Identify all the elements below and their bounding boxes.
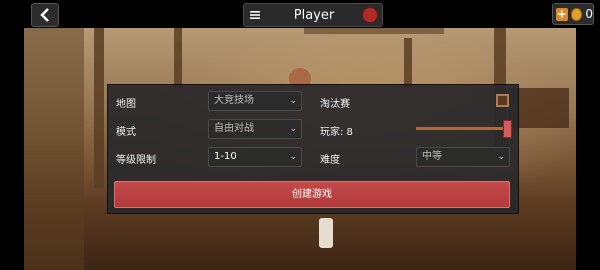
chevron-down-icon: ⌄	[289, 152, 297, 162]
player-status-icon	[362, 7, 378, 23]
map-select-value: 大竞技场	[214, 95, 254, 106]
chevron-down-icon: ⌄	[497, 152, 505, 162]
player-name: Player	[293, 7, 335, 23]
create-game-button[interactable]: 创建游戏	[114, 181, 510, 208]
players-slider-thumb[interactable]	[503, 120, 512, 138]
wooden-beam	[404, 38, 412, 88]
difficulty-select-value: 中等	[422, 151, 442, 162]
level-limit-select[interactable]: 1-10 ⌄	[208, 147, 302, 167]
elimination-label: 淘汰赛	[320, 99, 350, 110]
add-currency-icon[interactable]: +	[556, 7, 568, 21]
player-profile-bar[interactable]: Player	[243, 3, 383, 27]
currency-box[interactable]: + 0	[552, 3, 594, 25]
chevron-left-icon	[40, 8, 49, 22]
wall-shadow	[24, 28, 84, 270]
level-limit-label: 等级限制	[116, 155, 156, 166]
ceiling-beam	[304, 28, 444, 34]
chevron-down-icon: ⌄	[289, 96, 297, 106]
players-label: 玩家: 8	[320, 127, 353, 138]
players-slider-track[interactable]	[416, 127, 508, 130]
back-button[interactable]	[31, 3, 59, 27]
create-game-panel: 地图 大竞技场 ⌄ 模式 自由对战 ⌄ 等级限制 1-10 ⌄ 淘汰赛 玩家: …	[107, 84, 519, 214]
level-limit-value: 1-10	[214, 151, 237, 162]
hamburger-icon[interactable]	[244, 10, 266, 20]
coin-count: 0	[585, 7, 593, 21]
character-leg	[319, 218, 333, 248]
chevron-down-icon: ⌄	[289, 124, 297, 134]
mode-select[interactable]: 自由对战 ⌄	[208, 119, 302, 139]
wooden-beam	[174, 28, 182, 88]
map-select[interactable]: 大竞技场 ⌄	[208, 91, 302, 111]
map-label: 地图	[116, 99, 136, 110]
mode-select-value: 自由对战	[214, 123, 254, 134]
wooden-beam	[94, 28, 104, 188]
mode-label: 模式	[116, 127, 136, 138]
difficulty-select[interactable]: 中等 ⌄	[416, 147, 510, 167]
coin-icon	[570, 7, 583, 21]
difficulty-label: 难度	[320, 155, 340, 166]
elimination-checkbox[interactable]	[496, 94, 509, 107]
